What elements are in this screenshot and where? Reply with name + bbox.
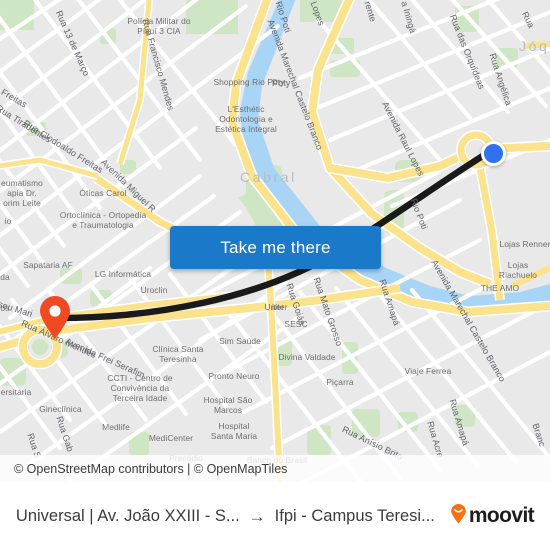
moovit-trip-map-screen: Rua 13 de Março Rua Francisco Mendes Rua T… — [0, 0, 550, 550]
arrow-right-icon: → — [248, 506, 266, 526]
map-attribution: © OpenStreetMap contributors | © OpenMap… — [0, 455, 550, 482]
destination-marker-blue-dot[interactable] — [481, 141, 506, 166]
attribution-text: © OpenStreetMap contributors | © OpenMap… — [14, 461, 288, 476]
origin-marker-red-pin[interactable] — [38, 296, 72, 340]
trip-footer-bar: Universal | Av. João XXIII - S... → Ifpi… — [0, 482, 550, 550]
take-me-there-button[interactable]: Take me there — [170, 226, 381, 269]
destination-label: Ifpi - Campus Teresi... — [274, 506, 435, 525]
moovit-wordmark: moovit — [468, 504, 535, 527]
moovit-pin-icon — [450, 503, 467, 529]
origin-label: Universal | Av. João XXIII - S... — [15, 506, 240, 525]
map-canvas[interactable]: Rua 13 de Março Rua Francisco Mendes Rua T… — [0, 0, 550, 482]
moovit-logo: moovit — [450, 503, 535, 529]
